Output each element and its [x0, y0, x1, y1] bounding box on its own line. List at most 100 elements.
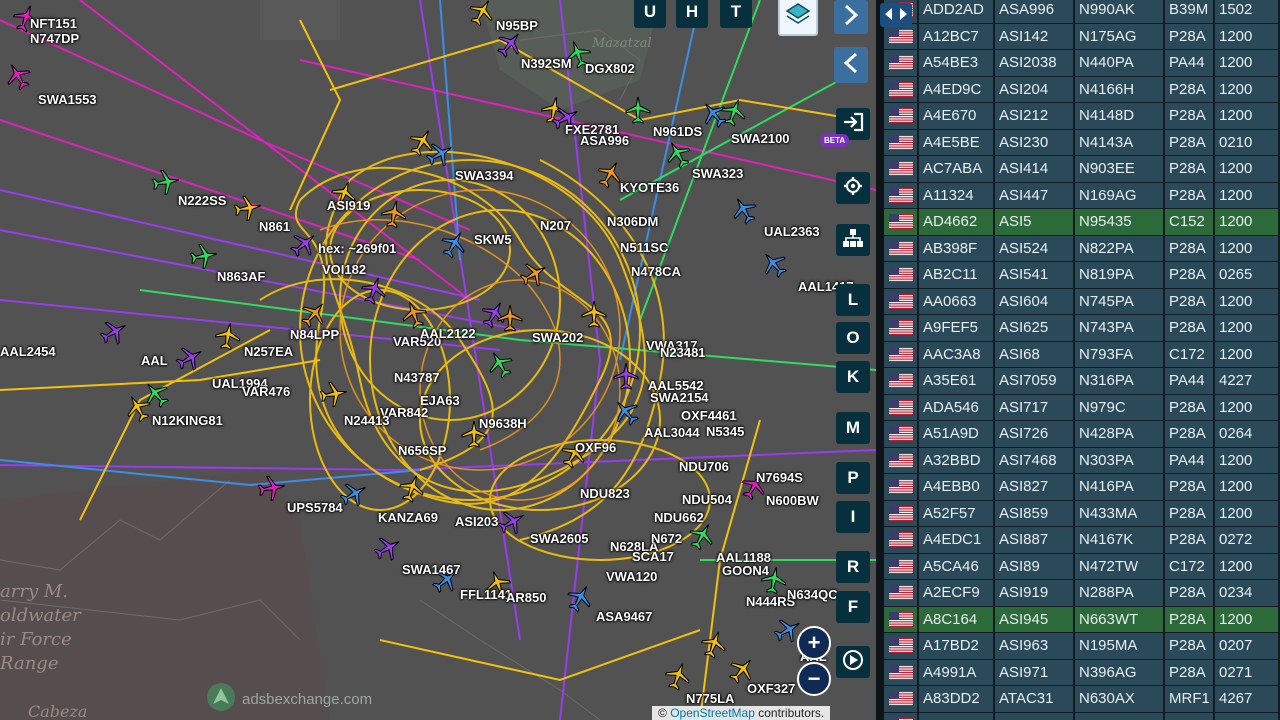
table-row[interactable]: A4E5BE ASI230 N4143A P28A 0210: [884, 129, 1280, 155]
panel-resize-handle[interactable]: [876, 0, 884, 720]
toggle-u-button[interactable]: U: [634, 0, 666, 28]
aircraft-label[interactable]: NDU823: [580, 486, 630, 501]
table-row[interactable]: A83DD2 ATAC31 N630AX MRF1 4267: [884, 686, 1280, 712]
toggle-t-button[interactable]: T: [720, 0, 752, 28]
table-row[interactable]: A51A9D ASI726 N428PA P28A 0264: [884, 421, 1280, 447]
table-row[interactable]: ADA546 ASI717 N979C P28A 1200: [884, 394, 1280, 420]
aircraft-label[interactable]: NDU504: [682, 492, 732, 507]
aircraft-label[interactable]: N7694S: [756, 470, 803, 485]
aircraft-label[interactable]: N24413: [344, 413, 390, 428]
panel-collapse-toggle[interactable]: [880, 3, 912, 27]
expand-right-button[interactable]: [834, 0, 868, 34]
table-row[interactable]: AD4662 ASI5 N95435 C152 1200: [884, 209, 1280, 235]
aircraft-icon[interactable]: [256, 472, 288, 504]
aircraft-label[interactable]: NDU706: [679, 459, 729, 474]
aircraft-label[interactable]: NFT151: [30, 16, 77, 31]
table-row[interactable]: A17BD2 ASI963 N195MA P28A 0207: [884, 633, 1280, 659]
table-row[interactable]: AC7ABA ASI414 N903EE P28A 1200: [884, 156, 1280, 182]
toggle-f-button[interactable]: F: [836, 591, 870, 623]
toggle-h-button[interactable]: H: [676, 0, 708, 28]
map-view[interactable]: Mazatzal arry M. oldwater ir Force Range…: [0, 0, 876, 720]
zoom-in-button[interactable]: +: [797, 626, 831, 660]
toggle-i-button[interactable]: I: [836, 501, 870, 533]
aircraft-icon[interactable]: [624, 96, 652, 124]
aircraft-icon[interactable]: [378, 198, 410, 230]
settings-button[interactable]: [836, 172, 870, 204]
aircraft-label[interactable]: N747DP: [30, 31, 79, 46]
aircraft-label[interactable]: UPS5784: [287, 500, 343, 515]
aircraft-label[interactable]: hex: ~269f01: [318, 241, 396, 256]
aircraft-icon[interactable]: [612, 362, 640, 390]
aircraft-label[interactable]: SWA202: [532, 330, 583, 345]
adsbexchange-logo[interactable]: adsbexchange.com: [206, 682, 372, 716]
toggle-k-button[interactable]: K: [836, 361, 870, 393]
table-row[interactable]: A8A2C3ATAC32N631AXMRF14261: [884, 712, 1280, 720]
collapse-left-button[interactable]: [834, 47, 868, 83]
aircraft-label[interactable]: OXF327: [747, 681, 795, 696]
aircraft-label[interactable]: N634QC: [787, 587, 838, 602]
aircraft-label[interactable]: KANZA69: [378, 510, 438, 525]
aircraft-label[interactable]: N5345: [706, 424, 744, 439]
aircraft-label[interactable]: ASA996: [580, 133, 629, 148]
aircraft-label[interactable]: DGX802: [585, 61, 635, 76]
table-row[interactable]: A12BC7 ASI142 N175AG P28A 1200: [884, 23, 1280, 49]
aircraft-label[interactable]: SCA17: [632, 549, 674, 564]
openstreetmap-link[interactable]: OpenStreetMap: [670, 706, 755, 720]
aircraft-label[interactable]: VAR476: [242, 384, 290, 399]
toggle-l-button[interactable]: L: [836, 284, 870, 316]
aircraft-label[interactable]: N207: [540, 218, 571, 233]
aircraft-label[interactable]: ASI203: [455, 514, 498, 529]
table-row[interactable]: A4E670 ASI212 N4148D P28A 1200: [884, 103, 1280, 129]
aircraft-icon[interactable]: [188, 240, 220, 272]
aircraft-icon[interactable]: [212, 320, 244, 352]
aircraft-label[interactable]: OXF4461: [681, 408, 737, 423]
aircraft-label[interactable]: AAL3044: [644, 425, 700, 440]
aircraft-label[interactable]: AAL: [141, 353, 168, 368]
aircraft-label[interactable]: N222SS: [178, 193, 226, 208]
table-row[interactable]: A4EDC1 ASI887 N4167K P28A 0272: [884, 527, 1280, 553]
aircraft-label[interactable]: KYOTE36: [620, 180, 679, 195]
aircraft-label[interactable]: SWA1467: [402, 562, 461, 577]
table-row[interactable]: A9FEF5 ASI625 N743PA P28A 1200: [884, 315, 1280, 341]
aircraft-label[interactable]: SWA1553: [38, 92, 97, 107]
aircraft-label[interactable]: N12KING81: [152, 413, 223, 428]
aircraft-label[interactable]: UAL2363: [764, 224, 820, 239]
table-row[interactable]: A11324 ASI447 N169AG P28A 1200: [884, 182, 1280, 208]
table-row[interactable]: A54BE3 ASI2038 N440PA PA44 1200: [884, 50, 1280, 76]
table-row[interactable]: A4ED9C ASI204 N4166H P28A 1200: [884, 76, 1280, 102]
aircraft-label[interactable]: N84LPP: [290, 327, 339, 342]
aircraft-label[interactable]: VOI182: [322, 262, 366, 277]
layers-button[interactable]: [778, 0, 818, 36]
aircraft-label[interactable]: N306DM: [607, 214, 658, 229]
aircraft-label[interactable]: N863AF: [217, 269, 265, 284]
aircraft-label[interactable]: N656SP: [398, 443, 446, 458]
aircraft-label[interactable]: N392SM: [521, 56, 572, 71]
aircraft-label[interactable]: N9638H: [479, 416, 527, 431]
aircraft-label[interactable]: N95BP: [496, 18, 538, 33]
aircraft-label[interactable]: N600BW: [766, 493, 819, 508]
aircraft-table-panel[interactable]: ADD2AD ASA996 N990AK B39M 1502 A12BC7 ASI142 N1…: [876, 0, 1280, 720]
aircraft-label[interactable]: N775LA: [686, 691, 734, 706]
toggle-r-button[interactable]: R: [836, 551, 870, 583]
table-row[interactable]: A5CA46 ASI89 N472TW C172 1200: [884, 553, 1280, 579]
aircraft-label[interactable]: SKW5: [474, 232, 512, 247]
aircraft-label[interactable]: N961DS: [653, 124, 702, 139]
aircraft-label[interactable]: OXF96: [575, 440, 616, 455]
table-row[interactable]: AA0663 ASI604 N745PA P28A 1200: [884, 288, 1280, 314]
table-row[interactable]: A4EBB0 ASI827 N416PA P28A 1200: [884, 474, 1280, 500]
toggle-o-button[interactable]: O: [836, 322, 870, 354]
aircraft-label[interactable]: ASI919: [327, 198, 370, 213]
aircraft-label[interactable]: GOON4: [722, 563, 769, 578]
aircraft-label[interactable]: ASA9467: [596, 609, 652, 624]
table-row[interactable]: A2ECF9 ASI919 N288PA P28A 0234: [884, 580, 1280, 606]
table-row[interactable]: A32BBD ASI7468 N303PA PA44 1200: [884, 447, 1280, 473]
aircraft-label[interactable]: AR850: [506, 590, 546, 605]
table-row[interactable]: AB2C11 ASI541 N819PA P28A 0265: [884, 262, 1280, 288]
toggle-m-button[interactable]: M: [836, 412, 870, 444]
aircraft-label[interactable]: NDU662: [654, 510, 704, 525]
table-row[interactable]: A8C164 ASI945 N663WT P28A 1200: [884, 606, 1280, 632]
table-row[interactable]: A4991A ASI971 N396AG P28A 0271: [884, 659, 1280, 685]
aircraft-label[interactable]: AAL2122: [420, 326, 476, 341]
toggle-p-button[interactable]: P: [836, 462, 870, 494]
aircraft-label[interactable]: FFL1141: [460, 587, 512, 602]
